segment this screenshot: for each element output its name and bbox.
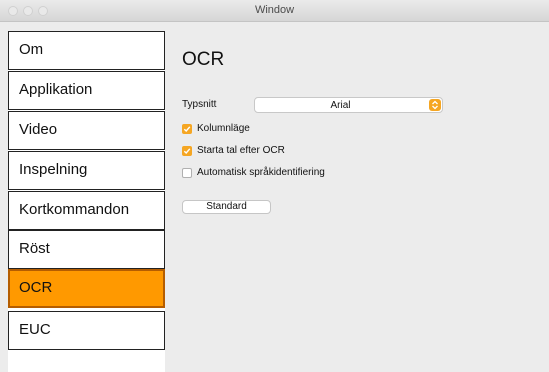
sidebar-item-label: Om: [19, 41, 44, 58]
title-bar: Window: [0, 0, 549, 22]
font-select[interactable]: Arial: [254, 97, 443, 113]
settings-panel: OCR Typsnitt Arial Kolumnläge Starta tal…: [166, 22, 549, 372]
sidebar-item-label: EUC: [19, 321, 51, 338]
sidebar-item-applikation[interactable]: Applikation: [8, 71, 165, 110]
sidebar-item-ocr[interactable]: OCR: [8, 269, 165, 308]
checkmark-icon: [183, 126, 191, 133]
kolumnlage-label: Kolumnläge: [197, 123, 250, 134]
sidebar-item-label: OCR: [19, 279, 53, 296]
sidebar-item-rost[interactable]: Röst: [8, 230, 165, 269]
kolumnlage-checkbox[interactable]: [182, 124, 192, 134]
window-title: Window: [254, 4, 295, 16]
sidebar-item-label: Applikation: [19, 81, 93, 98]
sidebar: Om Applikation Video Inspelning Kortkomm…: [8, 31, 165, 372]
sprakidentifiering-checkbox[interactable]: [182, 168, 192, 178]
sidebar-item-label: Röst: [19, 240, 50, 257]
sidebar-item-euc[interactable]: EUC: [8, 311, 165, 350]
sidebar-item-label: Inspelning: [19, 161, 88, 178]
starta-tal-label: Starta tal efter OCR: [197, 145, 285, 156]
sidebar-item-inspelning[interactable]: Inspelning: [8, 151, 165, 190]
sidebar-item-label: Video: [19, 121, 58, 138]
up-down-arrows-icon: [429, 99, 441, 111]
app-window: Window Om Applikation Video Inspelning K…: [0, 0, 549, 372]
sidebar-item-video[interactable]: Video: [8, 111, 165, 150]
starta-tal-checkbox[interactable]: [182, 146, 192, 156]
standard-button[interactable]: Standard: [182, 200, 271, 214]
sidebar-item-om[interactable]: Om: [8, 31, 165, 70]
checkmark-icon: [183, 148, 191, 155]
font-label: Typsnitt: [182, 99, 217, 110]
font-select-value: Arial: [330, 100, 351, 111]
sprakidentifiering-label: Automatisk språkidentifiering: [197, 167, 325, 178]
page-title: OCR: [182, 49, 225, 70]
sidebar-item-label: Kortkommandon: [19, 201, 130, 218]
sidebar-item-kortkommandon[interactable]: Kortkommandon: [8, 191, 165, 230]
